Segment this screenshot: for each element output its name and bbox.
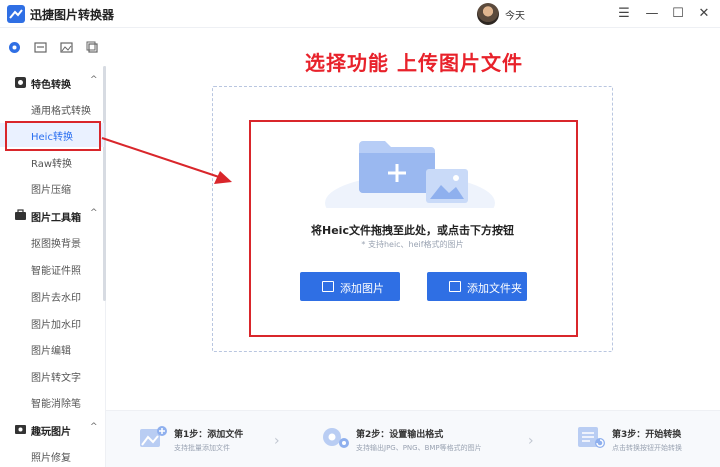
- add-image-label: 添加图片: [340, 282, 384, 295]
- drop-zone-title: 将Heic文件拖拽至此处，或点击下方按钮: [311, 224, 514, 237]
- sidebar-item-general-convert[interactable]: 通用格式转换: [0, 97, 104, 121]
- annotation-highlight-sidebar: [5, 121, 101, 151]
- sidebar-item-image-to-text[interactable]: 图片转文字: [0, 364, 104, 388]
- sidebar-item-smart-eraser[interactable]: 智能消除笔: [0, 390, 104, 414]
- menu-icon[interactable]: ☰: [614, 4, 634, 24]
- sidebar-item-image-compress[interactable]: 图片压缩: [0, 176, 104, 200]
- sidebar-item-cutout[interactable]: 抠图换背景: [0, 230, 104, 254]
- copy-icon[interactable]: [86, 41, 99, 54]
- maximize-button[interactable]: ☐: [668, 4, 688, 24]
- sidebar-item-photo-repair[interactable]: 照片修复: [0, 444, 104, 467]
- group-label: 特色转换: [31, 80, 71, 91]
- star-badge-icon: [15, 77, 26, 88]
- sidebar-item-id-photo[interactable]: 智能证件照: [0, 257, 104, 281]
- group-label: 图片工具箱: [31, 213, 81, 224]
- convert-start-icon: [578, 427, 605, 448]
- avatar[interactable]: [477, 3, 499, 25]
- folder-image-illustration: [325, 141, 495, 208]
- sidebar-item-remove-watermark[interactable]: 图片去水印: [0, 284, 104, 308]
- sidebar-item-add-watermark[interactable]: 图片加水印: [0, 311, 104, 335]
- image-icon[interactable]: [60, 41, 73, 54]
- folder-plus-icon: [449, 281, 461, 292]
- step-desc: 支持批量添加文件: [174, 444, 230, 452]
- step-desc: 支持输出JPG、PNG、BMP等格式的图片: [356, 444, 482, 452]
- steps-bar: 第1步：添加文件 支持批量添加文件 › 第2步：设置输出格式 支持输出JPG、P…: [106, 410, 720, 467]
- chevron-up-icon: ^: [90, 422, 98, 432]
- chevron-right-icon: ›: [528, 433, 534, 449]
- image-icon: [322, 281, 334, 292]
- add-folder-label: 添加文件夹: [467, 282, 522, 295]
- close-button[interactable]: ✕: [694, 4, 714, 24]
- add-folder-button[interactable]: 添加文件夹: [427, 272, 527, 301]
- annotation-headline: 选择功能 上传图片文件: [305, 51, 523, 75]
- step-title: 第1步：添加文件: [174, 430, 244, 440]
- title-bar: 迅捷图片转换器 今天 ☰ — ☐ ✕: [0, 0, 720, 28]
- app-title: 迅捷图片转换器: [30, 8, 115, 22]
- fun-image-icon: [15, 425, 26, 434]
- drop-zone-hint: * 支持heic、heif格式的图片: [361, 240, 464, 249]
- step-title: 第3步：开始转换: [612, 430, 682, 440]
- settings-gear-icon: [323, 428, 349, 448]
- sidebar-group-fun[interactable]: 趣玩图片 ^: [0, 418, 104, 442]
- chevron-up-icon: ^: [90, 75, 98, 85]
- toolbox-icon: [15, 209, 26, 220]
- add-image-button[interactable]: 添加图片: [300, 272, 400, 301]
- sidebar-item-raw-convert[interactable]: Raw转换: [0, 150, 104, 174]
- add-file-icon: [140, 426, 167, 447]
- step-title: 第2步：设置输出格式: [356, 430, 444, 440]
- user-name[interactable]: 今天: [505, 7, 525, 22]
- convert-icon[interactable]: [34, 41, 47, 54]
- sidebar-item-image-edit[interactable]: 图片编辑: [0, 337, 104, 361]
- sidebar-group-special[interactable]: 特色转换 ^: [0, 71, 104, 95]
- minimize-button[interactable]: —: [642, 4, 662, 24]
- step-desc: 点击转换按钮开始转换: [612, 444, 682, 452]
- app-logo-icon: [7, 5, 25, 23]
- group-label: 趣玩图片: [31, 427, 71, 438]
- gear-icon[interactable]: [8, 41, 21, 54]
- icon-rail: [0, 28, 106, 66]
- chevron-up-icon: ^: [90, 208, 98, 218]
- chevron-right-icon: ›: [274, 433, 280, 449]
- sidebar-group-toolbox[interactable]: 图片工具箱 ^: [0, 204, 104, 228]
